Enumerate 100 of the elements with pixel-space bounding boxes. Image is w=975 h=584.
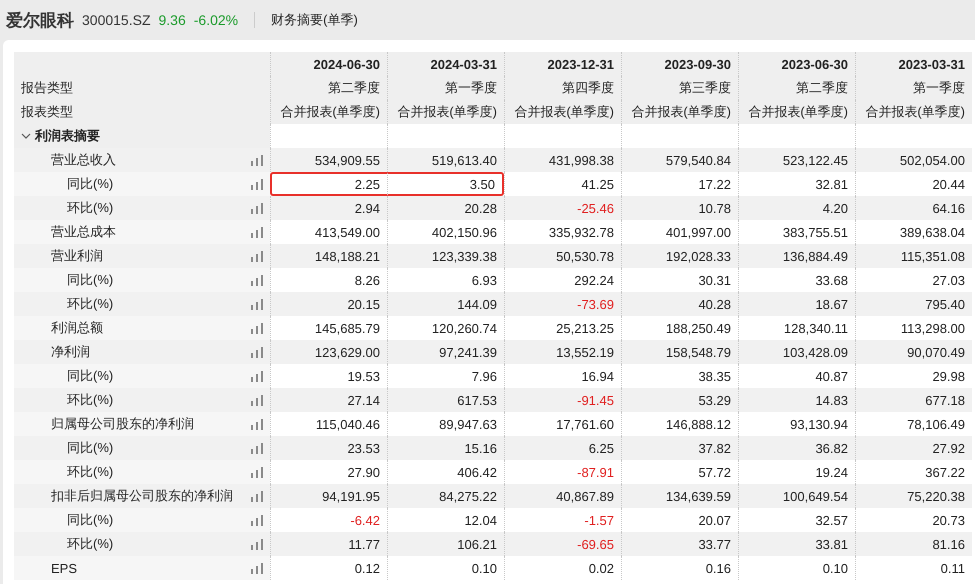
table-cell: 134,639.59 <box>621 484 738 508</box>
table-cell: -25.46 <box>504 196 621 220</box>
table-cell: 523,122.45 <box>738 148 855 172</box>
bar-chart-icon[interactable] <box>251 418 263 430</box>
period-label: 第一季度 <box>855 76 972 100</box>
report-type: 合并报表(单季度) <box>738 100 855 124</box>
table-cell: 40,867.89 <box>504 484 621 508</box>
table-cell: 677.18 <box>855 388 972 412</box>
row-label: 同比(%) <box>66 271 114 289</box>
table-cell: 27.92 <box>855 436 972 460</box>
table-cell: 123,339.38 <box>387 244 504 268</box>
table-cell: 81.16 <box>855 532 972 556</box>
table-cell: 75,220.38 <box>855 484 972 508</box>
table-cell: 431,998.38 <box>504 148 621 172</box>
table-cell: 192,028.33 <box>621 244 738 268</box>
table-cell: 64.16 <box>855 196 972 220</box>
bar-chart-icon[interactable] <box>251 298 263 310</box>
table-cell: -69.65 <box>504 532 621 556</box>
column-date: 2023-09-30 <box>621 52 738 76</box>
stock-name: 爱尔眼科 <box>6 10 74 32</box>
price-change: -6.02% <box>194 12 238 28</box>
table-cell: 36.82 <box>738 436 855 460</box>
row-label: 营业总收入 <box>50 151 116 169</box>
bar-chart-icon[interactable] <box>251 370 263 382</box>
row-label: 同比(%) <box>66 175 114 193</box>
report-type: 合并报表(单季度) <box>504 100 621 124</box>
table-cell: 33.77 <box>621 532 738 556</box>
report-type: 合并报表(单季度) <box>270 100 387 124</box>
table-cell: 53.29 <box>621 388 738 412</box>
collapse-chevron-icon[interactable] <box>21 131 31 141</box>
bar-chart-icon[interactable] <box>251 442 263 454</box>
table-cell: 148,188.21 <box>270 244 387 268</box>
bar-chart-icon[interactable] <box>251 178 263 190</box>
bar-chart-icon[interactable] <box>251 202 263 214</box>
bar-chart-icon[interactable] <box>251 274 263 286</box>
row-label: 环比(%) <box>66 199 114 217</box>
column-date: 2023-12-31 <box>504 52 621 76</box>
table-cell: 10.78 <box>621 196 738 220</box>
row-label: 同比(%) <box>66 367 114 385</box>
table-cell: 94,191.95 <box>270 484 387 508</box>
bar-chart-icon[interactable] <box>251 154 263 166</box>
bar-chart-icon[interactable] <box>251 250 263 262</box>
table-cell: 502,054.00 <box>855 148 972 172</box>
table-cell: 84,275.22 <box>387 484 504 508</box>
row-label: 环比(%) <box>66 391 114 409</box>
stock-price: 9.36 <box>158 12 186 28</box>
row-label: 利润总额 <box>50 319 103 337</box>
table-cell: 13,552.19 <box>504 340 621 364</box>
table-cell: 40.28 <box>621 292 738 316</box>
row-label: 扣非后归属母公司股东的净利润 <box>50 487 233 505</box>
table-cell: 14.83 <box>738 388 855 412</box>
column-date: 2024-03-31 <box>387 52 504 76</box>
table-cell: 103,428.09 <box>738 340 855 364</box>
table-cell: 136,884.49 <box>738 244 855 268</box>
table-cell: 2.94 <box>270 196 387 220</box>
table-cell: 579,540.84 <box>621 148 738 172</box>
row-label: EPS <box>50 560 78 576</box>
table-cell: 6.25 <box>504 436 621 460</box>
row-label: 同比(%) <box>66 511 114 529</box>
period-label: 第三季度 <box>621 76 738 100</box>
table-cell: 20.28 <box>387 196 504 220</box>
table-cell: 617.53 <box>387 388 504 412</box>
table-cell: 27.14 <box>270 388 387 412</box>
table-cell: 97,241.39 <box>387 340 504 364</box>
table-cell: 23.53 <box>270 436 387 460</box>
row-label: 营业利润 <box>50 247 103 265</box>
table-cell: 100,649.54 <box>738 484 855 508</box>
period-label: 第四季度 <box>504 76 621 100</box>
bar-chart-icon[interactable] <box>251 514 263 526</box>
bar-chart-icon[interactable] <box>251 562 263 574</box>
table-cell: 795.40 <box>855 292 972 316</box>
row-label: 环比(%) <box>66 463 114 481</box>
row-label: 营业总成本 <box>50 223 116 241</box>
row-label: 同比(%) <box>66 439 114 457</box>
table-cell: 123,629.00 <box>270 340 387 364</box>
table-cell: 3.50 <box>387 172 504 196</box>
table-cell: 106.21 <box>387 532 504 556</box>
column-date: 2024-06-30 <box>270 52 387 76</box>
table-cell: 4.20 <box>738 196 855 220</box>
bar-chart-icon[interactable] <box>251 490 263 502</box>
row-label: 环比(%) <box>66 535 114 553</box>
row-label: 净利润 <box>50 343 90 361</box>
row-label: 归属母公司股东的净利润 <box>50 415 194 433</box>
table-cell: -73.69 <box>504 292 621 316</box>
table-cell: 37.82 <box>621 436 738 460</box>
stock-code: 300015.SZ <box>82 12 150 28</box>
bar-chart-icon[interactable] <box>251 322 263 334</box>
bar-chart-icon[interactable] <box>251 226 263 238</box>
table-cell: 534,909.55 <box>270 148 387 172</box>
bar-chart-icon[interactable] <box>251 394 263 406</box>
row-label: 环比(%) <box>66 295 114 313</box>
row-header: 报表类型 <box>14 100 270 124</box>
column-date: 2023-03-31 <box>855 52 972 76</box>
table-cell: 519,613.40 <box>387 148 504 172</box>
bar-chart-icon[interactable] <box>251 466 263 478</box>
bar-chart-icon[interactable] <box>251 538 263 550</box>
report-type: 合并报表(单季度) <box>621 100 738 124</box>
report-type: 合并报表(单季度) <box>855 100 972 124</box>
bar-chart-icon[interactable] <box>251 346 263 358</box>
row-header: 报告类型 <box>14 76 270 100</box>
